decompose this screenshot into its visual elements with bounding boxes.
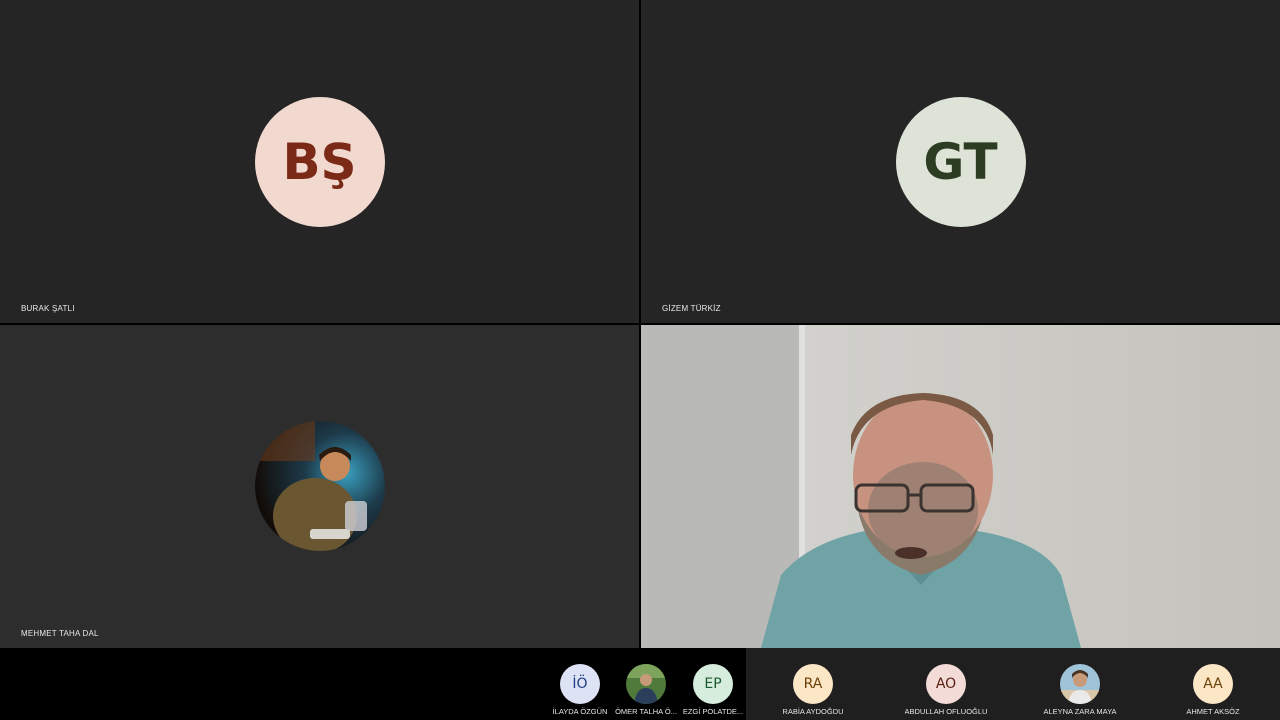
participant-name: ÖMER TALHA Ö... (615, 707, 677, 716)
avatar: BŞ (254, 97, 385, 227)
participant-strip: İÖ İLAYDA ÖZGÜN ÖMER TALHA Ö... EP EZGİ … (0, 648, 1280, 720)
participant-tile-burak[interactable]: BŞ BURAK ŞATLI (0, 0, 639, 323)
participant-name: ABDULLAH OFLUOĞLU (904, 707, 988, 716)
participant-tile-gizem[interactable]: GT GİZEM TÜRKİZ (641, 0, 1280, 323)
participant-tile-mehmet[interactable]: MEHMET TAHA DAL (0, 325, 639, 648)
avatar (254, 421, 385, 551)
participant-name: ALEYNA ZARA MAYA (1043, 707, 1117, 716)
participant-name: BURAK ŞATLI (21, 304, 75, 313)
participant-name: RABİA AYDOĞDU (782, 707, 844, 716)
avatar: İÖ (560, 664, 600, 704)
participant-aleyna[interactable]: ALEYNA ZARA MAYA (1020, 648, 1140, 720)
avatar: AA (1193, 664, 1233, 704)
meeting-stage: BŞ BURAK ŞATLI GT GİZEM TÜRKİZ MEHMET TA… (0, 0, 1280, 720)
participant-video-tile[interactable] (641, 325, 1280, 648)
participant-abdullah[interactable]: AO ABDULLAH OFLUOĞLU (886, 648, 1006, 720)
avatar: AO (926, 664, 966, 704)
participant-rabia[interactable]: RA RABİA AYDOĞDU (753, 648, 873, 720)
avatar: EP (693, 664, 733, 704)
avatar: RA (793, 664, 833, 704)
participant-name: MEHMET TAHA DAL (21, 629, 99, 638)
participant-name: EZGİ POLATDE... (682, 707, 744, 716)
avatar: GT (895, 97, 1026, 227)
participant-ahmet[interactable]: AA AHMET AKSÖZ (1153, 648, 1273, 720)
avatar (1060, 664, 1100, 704)
video-feed (641, 325, 1280, 648)
participant-name: AHMET AKSÖZ (1186, 707, 1240, 716)
participant-name: GİZEM TÜRKİZ (662, 304, 721, 313)
participant-ezgi[interactable]: EP EZGİ POLATDE... (673, 648, 753, 720)
participant-name: İLAYDA ÖZGÜN (552, 707, 608, 716)
avatar (626, 664, 666, 704)
